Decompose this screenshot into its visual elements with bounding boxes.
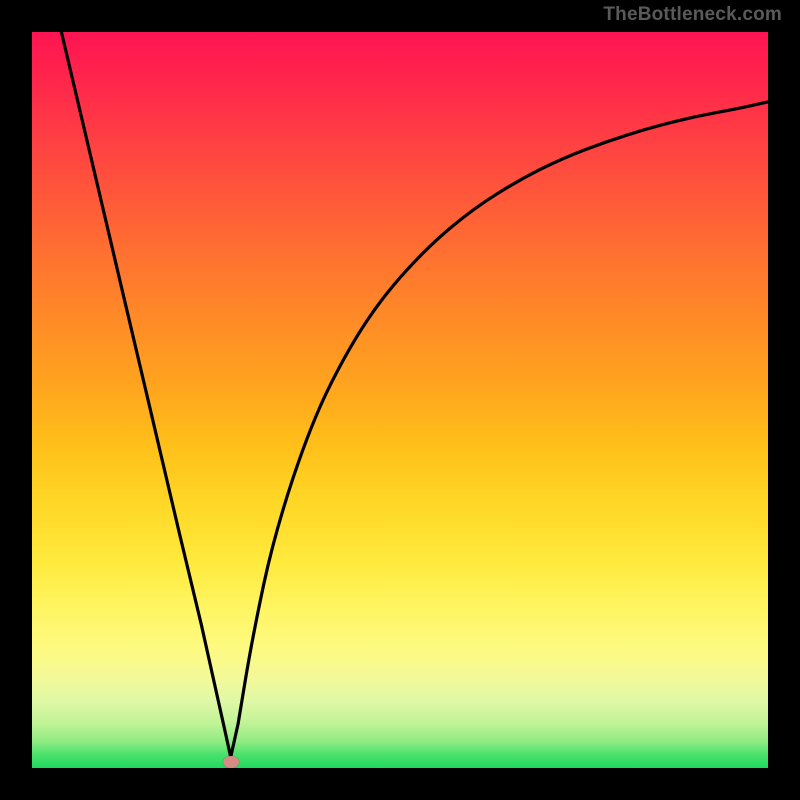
plot-frame <box>32 32 768 768</box>
bottleneck-curve <box>61 32 768 757</box>
curve-layer <box>32 32 768 768</box>
minimum-marker <box>223 756 239 768</box>
watermark-text: TheBottleneck.com <box>603 4 782 26</box>
